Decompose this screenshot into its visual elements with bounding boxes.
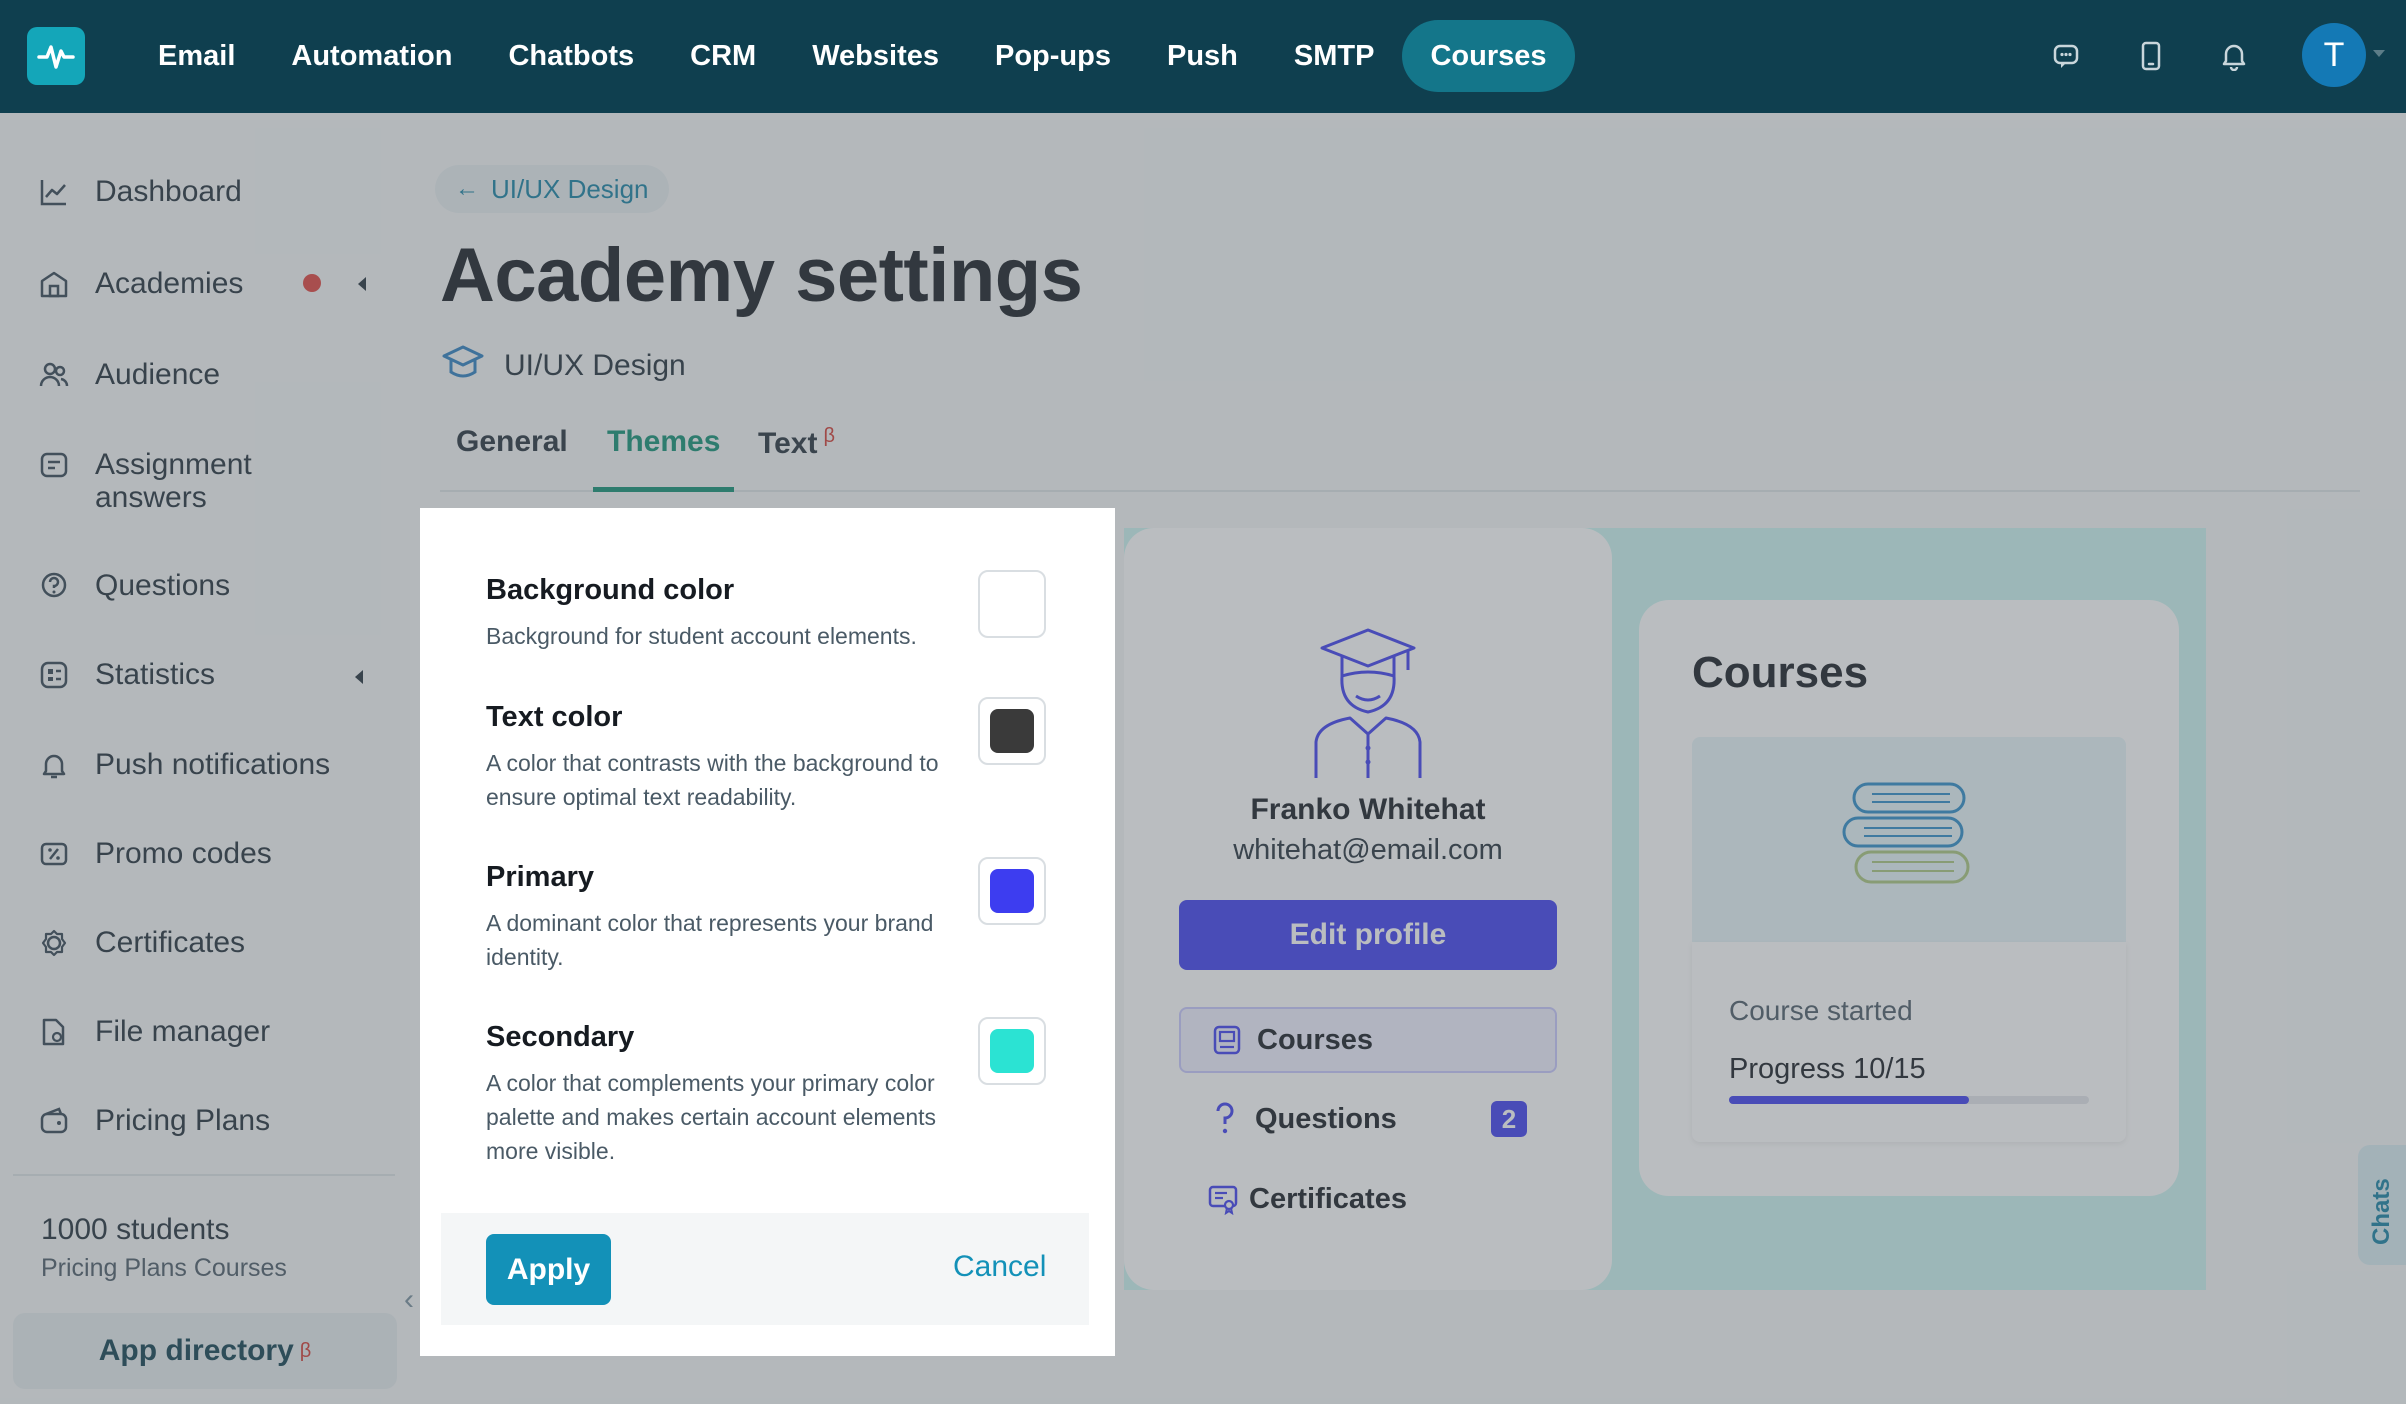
text-color-swatch[interactable]	[978, 697, 1046, 765]
nav-push[interactable]: Push	[1139, 20, 1266, 92]
chevron-down-icon[interactable]	[2373, 50, 2385, 57]
primary-color-description: A dominant color that represents your br…	[486, 910, 934, 970]
swatch-fill	[990, 582, 1034, 626]
nav-email[interactable]: Email	[130, 20, 263, 92]
user-avatar[interactable]: T	[2302, 23, 2366, 87]
background-color-swatch[interactable]	[978, 570, 1046, 638]
nav-crm[interactable]: CRM	[662, 20, 784, 92]
collapse-sidebar-icon[interactable]: ‹	[404, 1283, 414, 1317]
cancel-button[interactable]: Cancel	[953, 1250, 1046, 1284]
text-color-description: A color that contrasts with the backgrou…	[486, 750, 939, 810]
swatch-fill	[990, 869, 1034, 913]
mobile-icon[interactable]	[2133, 38, 2169, 74]
pulse-logo-icon	[37, 45, 75, 69]
text-color-title: Text color	[486, 701, 623, 733]
nav-courses[interactable]: Courses	[1402, 20, 1575, 92]
secondary-color-description: A color that complements your primary co…	[486, 1070, 937, 1164]
secondary-color-title: Secondary	[486, 1021, 635, 1053]
nav-popups[interactable]: Pop-ups	[967, 20, 1139, 92]
nav-smtp[interactable]: SMTP	[1266, 20, 1403, 92]
nav-websites[interactable]: Websites	[784, 20, 967, 92]
nav-chatbots[interactable]: Chatbots	[480, 20, 662, 92]
primary-color-swatch[interactable]	[978, 857, 1046, 925]
background-color-description: Background for student account elements.	[486, 623, 917, 649]
apply-button[interactable]: Apply	[486, 1234, 611, 1305]
swatch-fill	[990, 709, 1034, 753]
top-navigation: Email Automation Chatbots CRM Websites P…	[0, 0, 2406, 113]
primary-color-title: Primary	[486, 861, 595, 893]
nav-automation[interactable]: Automation	[263, 20, 480, 92]
app-logo[interactable]	[27, 27, 85, 85]
bell-icon[interactable]	[2216, 38, 2252, 74]
secondary-color-swatch[interactable]	[978, 1017, 1046, 1085]
main-nav: Email Automation Chatbots CRM Websites P…	[130, 20, 1575, 92]
chat-icon[interactable]	[2048, 38, 2084, 74]
background-color-title: Background color	[486, 574, 735, 606]
modal-backdrop[interactable]	[0, 113, 2406, 1404]
swatch-fill	[990, 1029, 1034, 1073]
